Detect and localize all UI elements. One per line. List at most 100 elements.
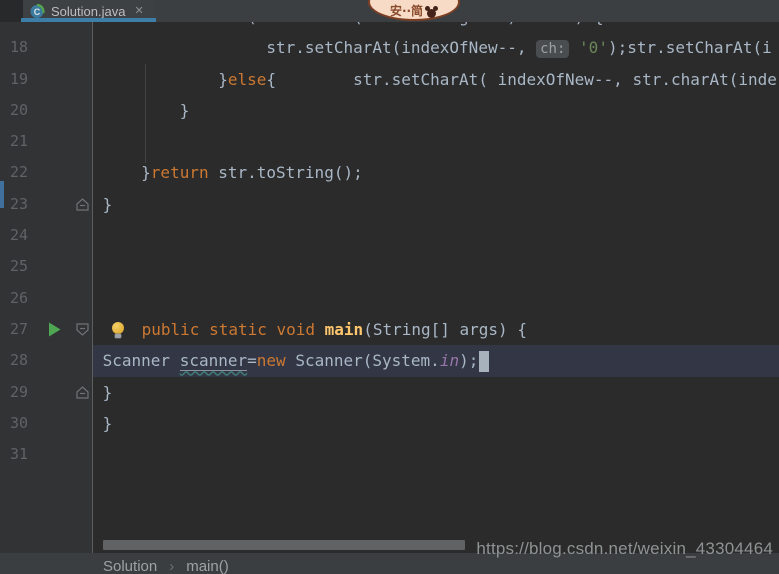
- code-segment: }: [93, 70, 228, 89]
- gutter-cell[interactable]: 21: [0, 126, 93, 157]
- intention-bulb-icon[interactable]: [111, 321, 125, 339]
- code-segment: [569, 38, 579, 57]
- code-segment: scanner: [180, 351, 247, 371]
- code-segment: );: [459, 351, 478, 370]
- code-segment: }: [93, 101, 189, 120]
- code-segment: (String[] args) {: [363, 320, 527, 339]
- ide-window: if(str.charAt(indexOfOriginal)== '1') {1…: [0, 0, 779, 574]
- code-text[interactable]: [93, 220, 779, 251]
- line-number: 27: [10, 314, 28, 345]
- code-text[interactable]: public static void main(String[] args) {: [93, 314, 779, 345]
- text-cursor: [479, 351, 489, 372]
- breadcrumb-class[interactable]: Solution: [103, 558, 157, 574]
- line-number: 31: [10, 439, 28, 470]
- code-segment: main: [325, 320, 364, 339]
- code-segment: }: [93, 195, 112, 214]
- gutter-cell[interactable]: 20: [0, 95, 93, 126]
- gutter-cell[interactable]: 30: [0, 408, 93, 439]
- code-line[interactable]: 20 }: [0, 95, 779, 126]
- line-number: 19: [10, 64, 28, 95]
- line-number: 28: [10, 345, 28, 376]
- code-text[interactable]: [93, 126, 779, 157]
- code-segment: }: [93, 383, 112, 402]
- code-segment: str.toString();: [209, 163, 363, 182]
- code-segment: '0': [579, 38, 608, 57]
- change-marker: [0, 181, 4, 208]
- code-line[interactable]: 24: [0, 220, 779, 251]
- code-segment: Scanner: [93, 351, 180, 370]
- gutter-cell[interactable]: 25: [0, 251, 93, 282]
- java-class-icon: C: [29, 3, 45, 19]
- line-number: 22: [10, 157, 28, 188]
- tab-title: Solution.java: [51, 4, 125, 19]
- url-watermark: https://blog.csdn.net/weixin_43304464: [476, 539, 773, 559]
- fold-start-icon[interactable]: [75, 322, 90, 337]
- gutter-cell[interactable]: 19: [0, 64, 93, 95]
- code-text[interactable]: [93, 283, 779, 314]
- gutter-cell[interactable]: 24: [0, 220, 93, 251]
- code-text[interactable]: str.setCharAt(indexOfNew--, ch: '0');str…: [93, 32, 779, 63]
- mouse-head-icon: [425, 6, 438, 18]
- gutter-cell[interactable]: 22: [0, 157, 93, 188]
- line-number: 20: [10, 95, 28, 126]
- code-line[interactable]: 29 }: [0, 377, 779, 408]
- code-line[interactable]: 25: [0, 251, 779, 282]
- code-line[interactable]: 26: [0, 283, 779, 314]
- line-number: 25: [10, 251, 28, 282]
- gutter-cell[interactable]: 27: [0, 314, 93, 345]
- code-segment: Scanner(System.: [286, 351, 440, 370]
- gutter-cell[interactable]: 26: [0, 283, 93, 314]
- code-text[interactable]: }: [93, 408, 779, 439]
- editor-area[interactable]: if(str.charAt(indexOfOriginal)== '1') {1…: [0, 1, 779, 470]
- fold-end-icon[interactable]: [75, 385, 90, 400]
- run-icon[interactable]: [46, 321, 63, 338]
- code-text[interactable]: }: [93, 95, 779, 126]
- svg-text:C: C: [34, 7, 41, 17]
- code-line[interactable]: 21: [0, 126, 779, 157]
- breadcrumb-method[interactable]: main(): [186, 558, 229, 574]
- code-text[interactable]: }: [93, 189, 779, 220]
- gutter-cell[interactable]: 31: [0, 439, 93, 470]
- code-line[interactable]: 22 }return str.toString();: [0, 157, 779, 188]
- gutter-cell[interactable]: 23: [0, 189, 93, 220]
- code-segment: else: [228, 70, 267, 89]
- line-number: 24: [10, 220, 28, 251]
- code-text[interactable]: [93, 251, 779, 282]
- code-segment: { str.setCharAt( indexOfNew--, str.charA…: [266, 70, 777, 89]
- tab-bar-left-corner: [0, 0, 23, 22]
- code-line[interactable]: 31: [0, 439, 779, 470]
- code-text[interactable]: }return str.toString();: [93, 157, 779, 188]
- fold-end-icon[interactable]: [75, 197, 90, 212]
- gutter-cell[interactable]: 29: [0, 377, 93, 408]
- line-number: 21: [10, 126, 28, 157]
- code-line[interactable]: 28 Scanner scanner=new Scanner(System.in…: [0, 345, 779, 376]
- tab-solution-java[interactable]: C Solution.java ✕: [23, 0, 154, 22]
- code-line[interactable]: 27 public static void main(String[] args…: [0, 314, 779, 345]
- sticker-text: 安··简: [390, 4, 423, 18]
- gutter-cell[interactable]: 28: [0, 345, 93, 376]
- code-segment: }: [93, 414, 112, 433]
- code-line[interactable]: 30 }: [0, 408, 779, 439]
- line-number: 23: [10, 189, 28, 220]
- code-segment: =: [247, 351, 257, 370]
- code-segment: }: [93, 163, 151, 182]
- code-line[interactable]: 18 str.setCharAt(indexOfNew--, ch: '0');…: [0, 32, 779, 63]
- code-segment: );str.setCharAt(i: [608, 38, 772, 57]
- horizontal-scrollbar[interactable]: [103, 540, 465, 550]
- gutter-cell[interactable]: 18: [0, 32, 93, 63]
- chevron-right-icon: ›: [169, 558, 174, 574]
- code-line[interactable]: 19 }else{ str.setCharAt( indexOfNew--, s…: [0, 64, 779, 95]
- code-text[interactable]: }: [93, 377, 779, 408]
- code-segment: public static void: [132, 320, 325, 339]
- code-text[interactable]: [93, 439, 779, 470]
- line-number: 26: [10, 283, 28, 314]
- code-text[interactable]: }else{ str.setCharAt( indexOfNew--, str.…: [93, 64, 779, 95]
- line-number: 18: [10, 32, 28, 63]
- line-number: 30: [10, 408, 28, 439]
- code-segment: in: [440, 351, 459, 370]
- code-text[interactable]: Scanner scanner=new Scanner(System.in);: [93, 345, 779, 376]
- active-tab-underline: [21, 18, 156, 22]
- line-number: 29: [10, 377, 28, 408]
- close-icon[interactable]: ✕: [134, 6, 143, 17]
- code-line[interactable]: 23 }: [0, 189, 779, 220]
